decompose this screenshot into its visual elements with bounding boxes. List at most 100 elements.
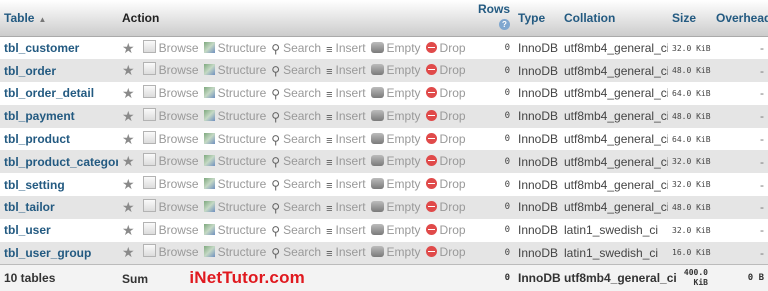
structure-button[interactable]: Structure (203, 86, 266, 100)
size-cell[interactable]: 32.0 KiB (668, 218, 712, 242)
search-button[interactable]: ⚲ Search (271, 41, 321, 56)
browse-button[interactable]: Browse (142, 176, 199, 191)
search-button[interactable]: ⚲ Search (271, 63, 321, 78)
table-name-link[interactable]: tbl_product (4, 132, 70, 146)
browse-button[interactable]: Browse (142, 130, 199, 146)
table-name-link[interactable]: tbl_product_category (4, 155, 118, 169)
star-icon[interactable]: ★ (122, 244, 135, 260)
empty-button[interactable]: Empty (370, 223, 421, 237)
size-cell[interactable]: 32.0 KiB (668, 36, 712, 60)
column-header-type[interactable]: Type (514, 0, 560, 37)
table-name-link[interactable]: tbl_payment (4, 109, 75, 123)
drop-button[interactable]: Drop (425, 109, 466, 123)
search-button[interactable]: ⚲ Search (271, 200, 321, 215)
empty-button[interactable]: Empty (370, 41, 421, 55)
structure-button[interactable]: Structure (203, 245, 266, 259)
search-button[interactable]: ⚲ Search (271, 86, 321, 101)
drop-button[interactable]: Drop (425, 63, 466, 77)
empty-button[interactable]: Empty (370, 154, 421, 168)
star-icon[interactable]: ★ (122, 40, 135, 56)
search-button[interactable]: ⚲ Search (271, 245, 321, 260)
structure-button[interactable]: Structure (203, 132, 266, 146)
column-header-table[interactable]: Table ▲ (0, 0, 118, 37)
empty-button[interactable]: Empty (370, 109, 421, 123)
drop-button[interactable]: Drop (425, 132, 466, 146)
table-name-link[interactable]: tbl_setting (4, 178, 65, 192)
empty-button[interactable]: Empty (370, 132, 421, 146)
browse-button[interactable]: Browse (142, 221, 199, 237)
insert-button[interactable]: ≡ Insert (326, 245, 365, 260)
drop-button[interactable]: Drop (425, 245, 466, 259)
size-cell[interactable]: 32.0 KiB (668, 173, 712, 197)
insert-button[interactable]: ≡ Insert (326, 223, 365, 238)
browse-button[interactable]: Browse (142, 107, 199, 123)
insert-button[interactable]: ≡ Insert (326, 132, 365, 147)
insert-button[interactable]: ≡ Insert (326, 86, 365, 101)
search-button[interactable]: ⚲ Search (271, 132, 321, 147)
search-button[interactable]: ⚲ Search (271, 154, 321, 169)
drop-button[interactable]: Drop (425, 86, 466, 100)
column-header-collation[interactable]: Collation (560, 0, 668, 37)
size-cell[interactable]: 48.0 KiB (668, 104, 712, 128)
sort-arrow-icon[interactable]: ▲ (38, 15, 46, 24)
structure-button[interactable]: Structure (203, 41, 266, 55)
star-icon[interactable]: ★ (122, 153, 135, 169)
search-button[interactable]: ⚲ Search (271, 223, 321, 238)
insert-button[interactable]: ≡ Insert (326, 63, 365, 78)
browse-button[interactable]: Browse (142, 62, 199, 77)
insert-button[interactable]: ≡ Insert (326, 154, 365, 169)
star-icon[interactable]: ★ (122, 199, 135, 215)
size-cell[interactable]: 48.0 KiB (668, 196, 712, 219)
size-cell[interactable]: 48.0 KiB (668, 59, 712, 83)
column-header-overhead[interactable]: Overhead (712, 0, 768, 37)
browse-button[interactable]: Browse (142, 153, 199, 168)
empty-button[interactable]: Empty (370, 200, 421, 214)
browse-button[interactable]: Browse (142, 39, 199, 55)
search-button[interactable]: ⚲ Search (271, 177, 321, 192)
table-name-link[interactable]: tbl_user (4, 223, 51, 237)
structure-button[interactable]: Structure (203, 154, 266, 168)
star-icon[interactable]: ★ (122, 131, 135, 147)
structure-button[interactable]: Structure (203, 177, 266, 191)
browse-button[interactable]: Browse (142, 198, 199, 214)
star-icon[interactable]: ★ (122, 222, 135, 238)
drop-button[interactable]: Drop (425, 41, 466, 55)
structure-button[interactable]: Structure (203, 63, 266, 77)
size-cell[interactable]: 16.0 KiB (668, 241, 712, 265)
star-icon[interactable]: ★ (122, 108, 135, 124)
size-cell[interactable]: 64.0 KiB (668, 127, 712, 151)
insert-button[interactable]: ≡ Insert (326, 177, 365, 192)
empty-button[interactable]: Empty (370, 177, 421, 191)
drop-button[interactable]: Drop (425, 154, 466, 168)
column-header-rows[interactable]: Rows ? (474, 0, 514, 37)
column-header-table-label[interactable]: Table (4, 11, 34, 25)
empty-button[interactable]: Empty (370, 86, 421, 100)
column-header-size[interactable]: Size (668, 0, 712, 37)
help-icon[interactable]: ? (499, 19, 510, 30)
star-icon[interactable]: ★ (122, 62, 135, 78)
structure-button[interactable]: Structure (203, 200, 266, 214)
table-name-link[interactable]: tbl_tailor (4, 200, 55, 214)
empty-button[interactable]: Empty (370, 63, 421, 77)
star-icon[interactable]: ★ (122, 176, 135, 192)
drop-button[interactable]: Drop (425, 177, 466, 191)
structure-button[interactable]: Structure (203, 223, 266, 237)
insert-button[interactable]: ≡ Insert (326, 200, 365, 215)
table-name-link[interactable]: tbl_user_group (4, 246, 91, 260)
empty-button[interactable]: Empty (370, 245, 421, 259)
size-cell[interactable]: 32.0 KiB (668, 150, 712, 174)
drop-button[interactable]: Drop (425, 200, 466, 214)
browse-button[interactable]: Browse (142, 244, 199, 259)
size-cell[interactable]: 64.0 KiB (668, 82, 712, 105)
browse-button[interactable]: Browse (142, 84, 199, 100)
search-button[interactable]: ⚲ Search (271, 109, 321, 124)
table-name-link[interactable]: tbl_customer (4, 41, 79, 55)
table-name-link[interactable]: tbl_order_detail (4, 86, 94, 100)
table-name-link[interactable]: tbl_order (4, 64, 56, 78)
star-icon[interactable]: ★ (122, 85, 135, 101)
column-header-rows-label[interactable]: Rows (478, 2, 510, 16)
insert-button[interactable]: ≡ Insert (326, 41, 365, 56)
drop-button[interactable]: Drop (425, 223, 466, 237)
structure-button[interactable]: Structure (203, 109, 266, 123)
insert-button[interactable]: ≡ Insert (326, 109, 365, 124)
